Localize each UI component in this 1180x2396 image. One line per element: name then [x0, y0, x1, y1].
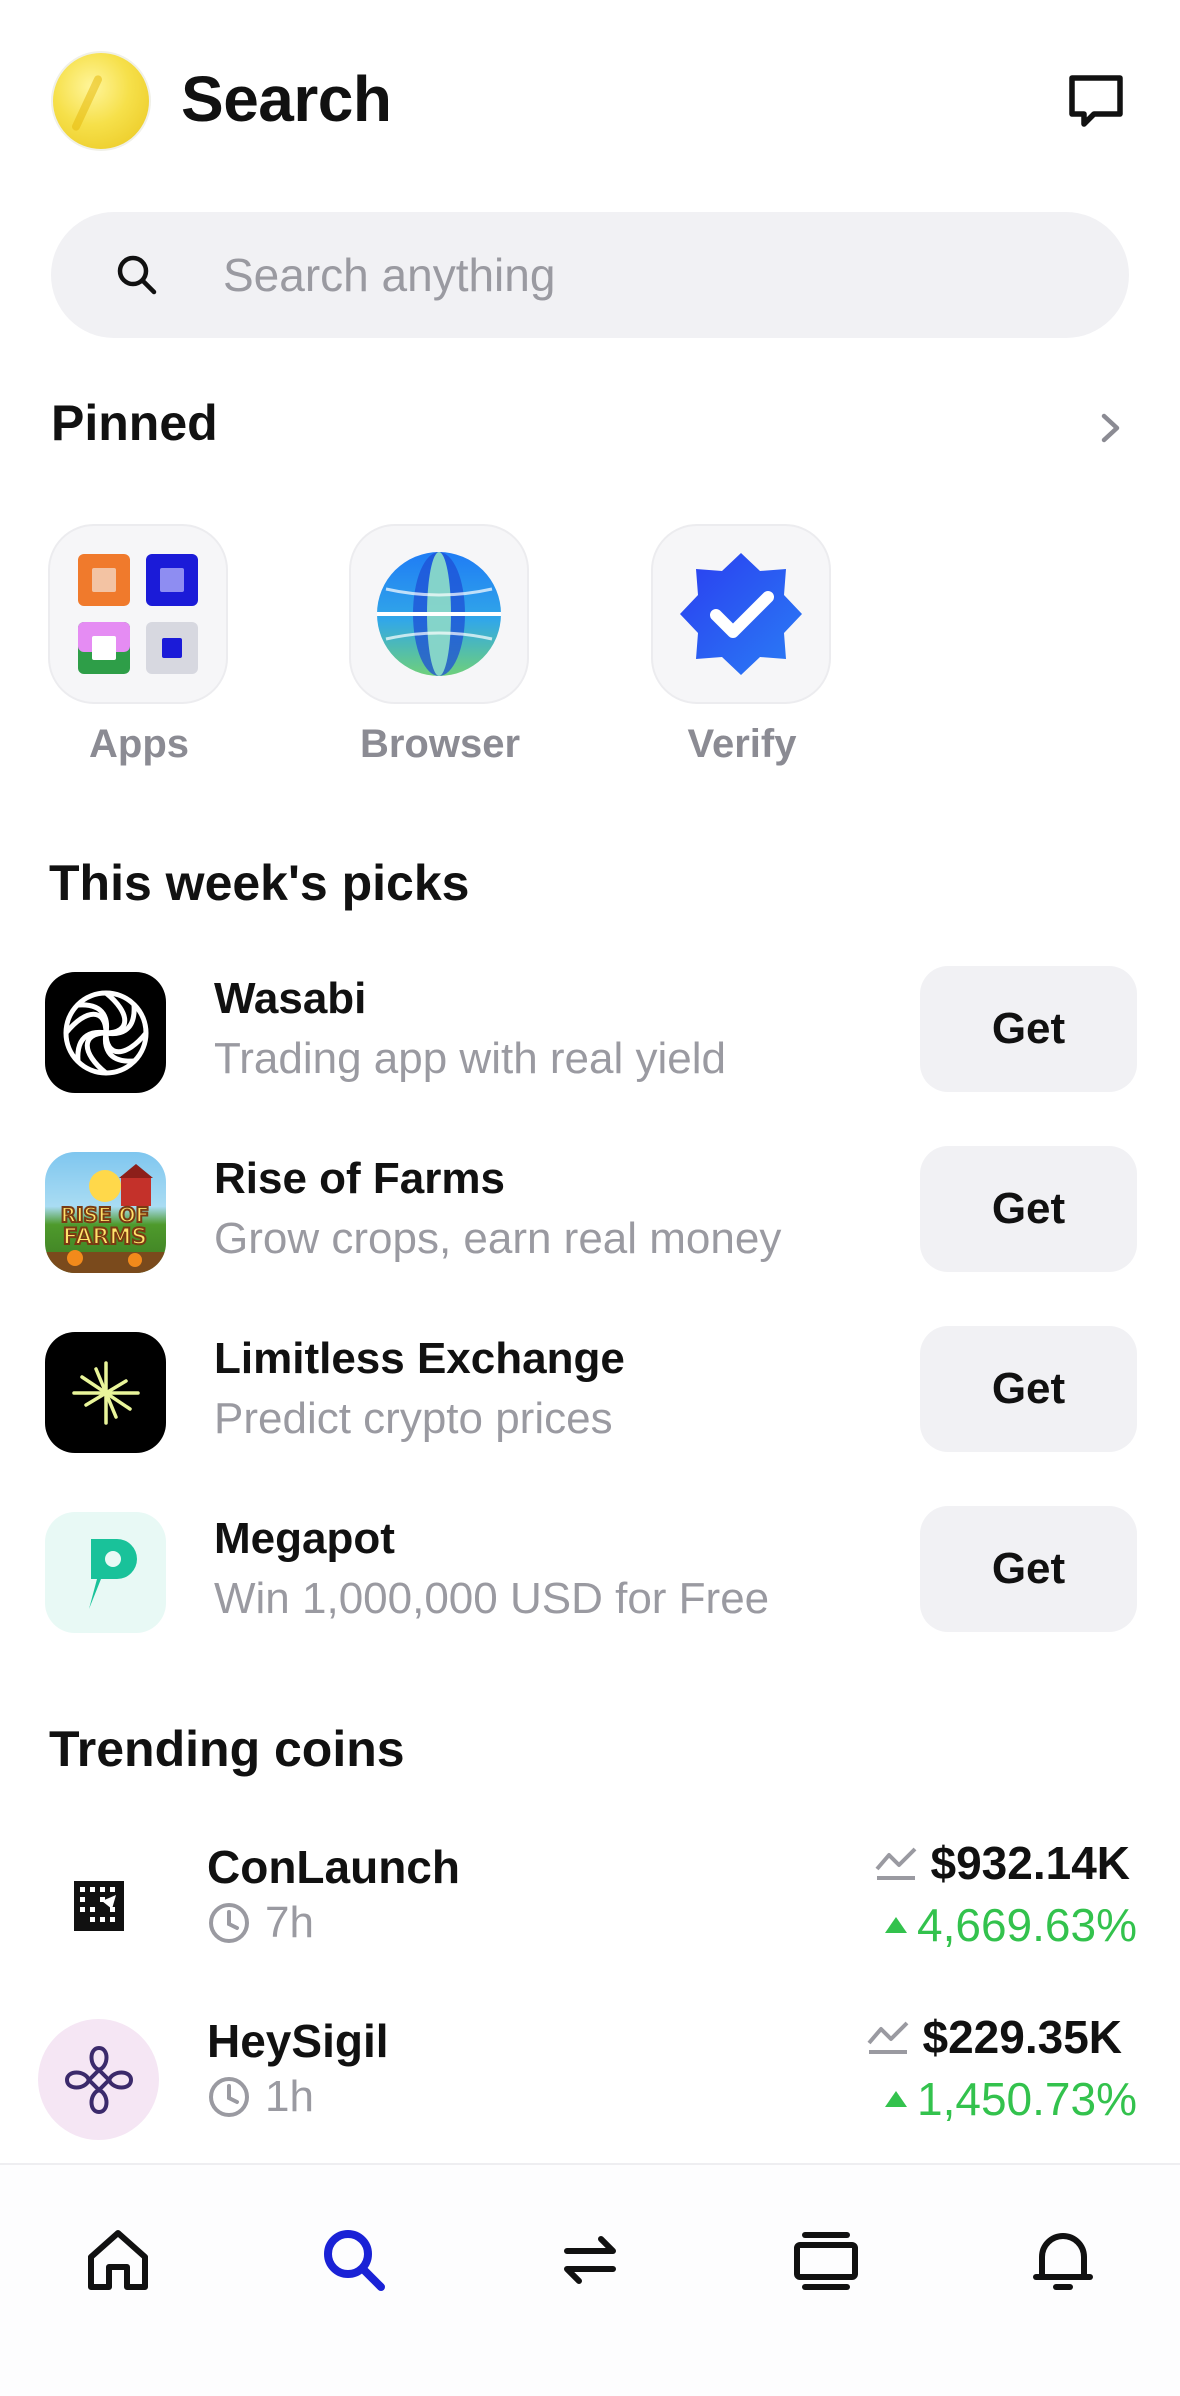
- pinned-apps-tile[interactable]: [48, 524, 228, 704]
- search-icon: [324, 2230, 385, 2291]
- pinned-verify[interactable]: Verify: [651, 524, 833, 767]
- pick-name: Limitless Exchange: [214, 1334, 625, 1383]
- conlaunch-coin-icon: [38, 1845, 159, 1966]
- coin-change: 1,450.73%: [917, 2073, 1137, 2125]
- up-arrow-icon: [885, 1917, 908, 1933]
- coin-market-cap: $229.35K: [922, 2011, 1123, 2063]
- pick-row-rise-of-farms[interactable]: RISE OF FARMS Rise of Farms Grow crops, …: [0, 1144, 1180, 1284]
- pinned-browser[interactable]: Browser: [349, 524, 531, 767]
- avatar-highlight: [70, 74, 104, 132]
- nav-cards[interactable]: [781, 2215, 871, 2305]
- picks-heading: This week's picks: [49, 855, 470, 911]
- coin-age-group: 7h: [207, 1898, 314, 1948]
- nav-notifications[interactable]: [1018, 2215, 1108, 2305]
- pick-row-limitless-exchange[interactable]: Limitless Exchange Predict crypto prices…: [0, 1324, 1180, 1464]
- search-bar[interactable]: [51, 212, 1129, 338]
- coin-name: HeySigil: [207, 2015, 389, 2067]
- coin-market-cap-group: $229.35K: [865, 2010, 1123, 2064]
- page-title: Search: [181, 63, 392, 135]
- pinned-label: Browser: [359, 722, 521, 766]
- swap-arrows-icon: [564, 2236, 616, 2284]
- coin-market-cap-group: $932.14K: [873, 1836, 1131, 1890]
- pick-name: Wasabi: [214, 974, 367, 1023]
- coin-age: 1h: [265, 2072, 314, 2121]
- pick-name: Megapot: [214, 1514, 395, 1563]
- pick-name: Rise of Farms: [214, 1154, 505, 1203]
- wasabi-logo: [45, 972, 166, 1093]
- nav-home[interactable]: [73, 2215, 163, 2305]
- coin-row-heysigil[interactable]: HeySigil 1h $229.35K 1,450.73%: [0, 2004, 1180, 2154]
- nav-swap[interactable]: [545, 2215, 635, 2305]
- pick-description: Trading app with real yield: [214, 1034, 726, 1083]
- get-button[interactable]: Get: [920, 966, 1137, 1092]
- pinned-apps[interactable]: Apps: [48, 524, 230, 767]
- coin-change-group: 1,450.73%: [885, 2072, 1137, 2126]
- chat-icon: [1069, 75, 1123, 127]
- heysigil-coin-icon: [38, 2019, 159, 2140]
- cards-stack-icon: [794, 2232, 858, 2290]
- up-arrow-icon: [885, 2091, 908, 2107]
- profile-avatar[interactable]: [51, 51, 151, 151]
- bottom-nav: [0, 2163, 1180, 2396]
- home-icon: [88, 2230, 148, 2290]
- chevron-right-icon[interactable]: [1090, 408, 1130, 448]
- coin-change-group: 4,669.63%: [885, 1898, 1137, 1952]
- trending-heading: Trending coins: [49, 1721, 405, 1777]
- get-button[interactable]: Get: [920, 1146, 1137, 1272]
- pick-description: Grow crops, earn real money: [214, 1214, 782, 1263]
- search-input[interactable]: [223, 237, 1073, 313]
- coin-row-conlaunch[interactable]: ConLaunch 7h $932.14K 4,669.63%: [0, 1830, 1180, 1980]
- coin-age: 7h: [265, 1898, 314, 1947]
- globe-icon: [377, 552, 501, 676]
- market-cap-chart-icon: [866, 2021, 908, 2054]
- bell-icon: [1033, 2233, 1093, 2290]
- pick-row-megapot[interactable]: Megapot Win 1,000,000 USD for Free Get: [0, 1504, 1180, 1644]
- farm-logo-text-top: RISE OF: [61, 1203, 150, 1227]
- rise-of-farms-logo: RISE OF FARMS: [45, 1152, 166, 1273]
- chat-button[interactable]: [1060, 66, 1132, 138]
- pinned-browser-tile[interactable]: [349, 524, 529, 704]
- get-button[interactable]: Get: [920, 1506, 1137, 1632]
- pinned-verify-tile[interactable]: [651, 524, 831, 704]
- coin-name: ConLaunch: [207, 1841, 460, 1893]
- header: Search: [0, 0, 1180, 200]
- get-button[interactable]: Get: [920, 1326, 1137, 1452]
- pick-description: Predict crypto prices: [214, 1394, 613, 1443]
- coin-age-group: 1h: [207, 2072, 314, 2122]
- limitless-logo: [45, 1332, 166, 1453]
- nav-search[interactable]: [309, 2215, 399, 2305]
- market-cap-chart-icon: [874, 1847, 916, 1880]
- clock-icon: [209, 1903, 249, 1943]
- megapot-logo: [45, 1512, 166, 1633]
- pinned-label: Verify: [687, 722, 797, 766]
- search-icon: [117, 255, 157, 295]
- coin-market-cap: $932.14K: [930, 1837, 1131, 1889]
- clock-icon: [209, 2077, 249, 2117]
- verify-badge-icon: [680, 553, 802, 675]
- pick-row-wasabi[interactable]: Wasabi Trading app with real yield Get: [0, 964, 1180, 1104]
- pinned-label: Apps: [89, 722, 189, 766]
- farm-logo-text-bottom: FARMS: [63, 1225, 147, 1250]
- apps-grid-icon: [78, 554, 198, 674]
- coin-change: 4,669.63%: [917, 1899, 1137, 1951]
- pinned-heading: Pinned: [51, 395, 218, 451]
- pick-description: Win 1,000,000 USD for Free: [214, 1574, 770, 1623]
